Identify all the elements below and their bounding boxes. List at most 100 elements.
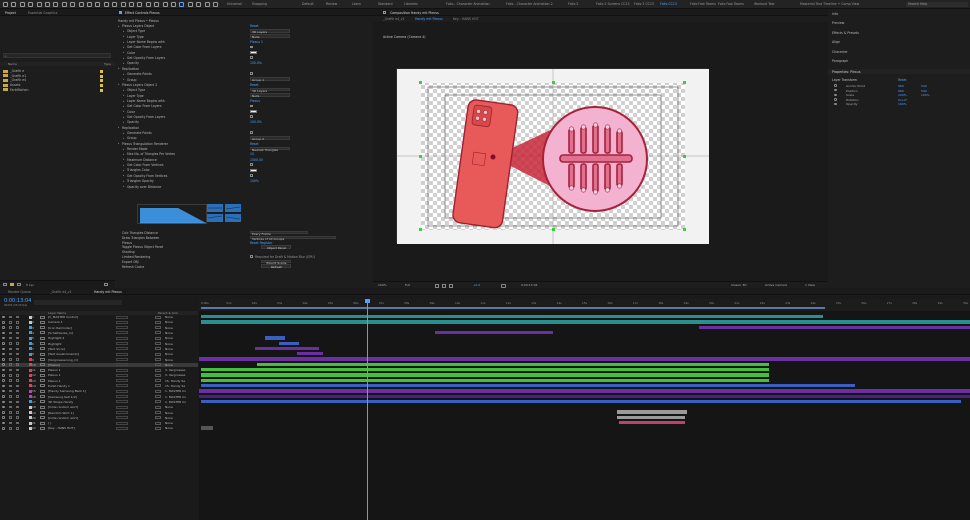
layer-bar[interactable] xyxy=(769,325,970,329)
layer-mode[interactable] xyxy=(155,410,161,414)
lock-toggle[interactable] xyxy=(16,336,19,340)
disclosure-triangle[interactable]: ▸ xyxy=(123,35,124,38)
disclosure-triangle[interactable]: ▸ xyxy=(123,30,124,33)
eye-icon[interactable] xyxy=(2,331,5,335)
layer-name[interactable]: Camera 1 xyxy=(48,320,63,324)
layer-switches[interactable] xyxy=(116,336,128,340)
disclosure-triangle[interactable]: ▸ xyxy=(123,73,124,76)
color-swatch[interactable] xyxy=(250,168,257,172)
solo-toggle[interactable] xyxy=(9,400,12,404)
lock-toggle[interactable] xyxy=(16,389,19,393)
project-item[interactable]: _Grafik e xyxy=(3,69,24,73)
lock-toggle[interactable] xyxy=(16,405,19,409)
layer-name[interactable]: Plexus 1 xyxy=(48,373,61,377)
layer-row[interactable]: 19 [Random Wort 1] None xyxy=(0,410,198,415)
layer-switches[interactable] xyxy=(116,352,128,356)
effect-property-value[interactable]: Reset Register xyxy=(250,241,272,245)
effect-property-select[interactable]: Nulls xyxy=(250,93,290,98)
layer-mode[interactable] xyxy=(155,315,161,319)
lock-toggle[interactable] xyxy=(16,358,19,361)
workspace-tab[interactable]: Workout Text xyxy=(754,2,775,6)
layer-mode[interactable] xyxy=(155,336,161,340)
lock-toggle[interactable] xyxy=(16,384,19,388)
lock-icon[interactable] xyxy=(119,11,122,14)
transform-value[interactable]: 100% xyxy=(898,93,907,97)
layer-bar[interactable] xyxy=(823,320,970,324)
layer-switches[interactable] xyxy=(116,384,128,388)
effect-property-checkbox[interactable] xyxy=(250,131,253,134)
lock-toggle[interactable] xyxy=(16,331,19,335)
tab-render-queue[interactable]: Render Queue xyxy=(8,290,31,294)
layer-name[interactable]: [C_MASTER Control] xyxy=(48,315,78,319)
tool-icon[interactable] xyxy=(3,2,8,7)
layer-row[interactable]: 2 Camera 1 None xyxy=(0,320,198,324)
solo-toggle[interactable] xyxy=(9,342,12,345)
lock-toggle[interactable] xyxy=(16,427,19,430)
eye-icon[interactable] xyxy=(2,336,5,340)
layer-mode[interactable] xyxy=(155,342,161,345)
solo-toggle[interactable] xyxy=(9,368,12,372)
label-color-swatch[interactable] xyxy=(100,79,103,83)
playhead[interactable] xyxy=(367,299,368,520)
parent-select[interactable]: None xyxy=(165,358,173,362)
parent-select[interactable]: 15. Handy Sa xyxy=(165,384,185,388)
snapshot-icon[interactable] xyxy=(501,283,506,288)
transparency-grid-icon[interactable] xyxy=(442,283,446,288)
tab-grafik-comp[interactable]: _Grafik e4_v1 xyxy=(50,290,72,294)
tool-icon[interactable] xyxy=(171,2,176,7)
disclosure-triangle[interactable]: ▸ xyxy=(123,121,124,124)
workspace-tab[interactable]: Review xyxy=(326,2,337,6)
parent-select[interactable]: 15. Handy Sa xyxy=(165,379,185,383)
effect-button[interactable]: Refresh xyxy=(261,264,291,269)
subtab-handy[interactable]: Handy mit Plexus xyxy=(415,17,443,21)
effect-property-value[interactable]: Reset xyxy=(250,83,259,87)
layer-switches[interactable] xyxy=(116,421,128,425)
column-name[interactable]: Name xyxy=(8,62,17,66)
right-panel-item[interactable]: Info xyxy=(832,12,838,16)
tool-icon[interactable] xyxy=(61,2,67,7)
label-color-swatch[interactable] xyxy=(100,84,103,88)
disclosure-triangle[interactable]: ▸ xyxy=(123,41,124,44)
parent-select[interactable]: None xyxy=(165,331,173,335)
zoom-select[interactable]: 100% xyxy=(378,283,387,287)
solo-toggle[interactable] xyxy=(9,416,12,419)
lock-toggle[interactable] xyxy=(16,421,19,425)
layer-row[interactable]: 8 [Text Ausstromendo] None xyxy=(0,352,198,356)
disclosure-triangle[interactable]: ▸ xyxy=(123,94,124,97)
effect-property-select[interactable]: Every Frame xyxy=(250,230,308,236)
tool-icon[interactable] xyxy=(120,2,126,7)
tool-icon[interactable] xyxy=(112,2,118,7)
lock-toggle[interactable] xyxy=(16,400,19,404)
disclosure-triangle[interactable]: ▸ xyxy=(123,164,124,167)
solo-toggle[interactable] xyxy=(9,389,12,393)
effect-property-checkbox[interactable] xyxy=(250,56,253,59)
layer-switches[interactable] xyxy=(116,426,128,430)
eye-icon[interactable] xyxy=(2,326,5,329)
layer-name[interactable]: Plexus 1 xyxy=(48,379,61,383)
right-panel-item[interactable]: Align xyxy=(832,40,840,44)
tab-project[interactable]: Project xyxy=(5,11,16,15)
layer-row[interactable]: 9 [Vergroesserung_m] None xyxy=(0,357,198,362)
disclosure-triangle[interactable]: ▸ xyxy=(123,100,124,103)
effect-property-value[interactable]: 100.0% xyxy=(250,61,262,65)
transform-value[interactable]: 0x+0° xyxy=(898,98,908,102)
layer-mode[interactable] xyxy=(155,326,161,330)
eye-icon[interactable] xyxy=(2,368,5,372)
tool-icon[interactable] xyxy=(70,2,76,7)
transform-value[interactable]: 960 xyxy=(898,89,904,93)
layer-row[interactable]: 10 [Plexus] None xyxy=(0,362,198,367)
layer-bar[interactable] xyxy=(199,389,970,393)
lock-toggle[interactable] xyxy=(16,347,19,351)
solo-toggle[interactable] xyxy=(9,326,12,329)
disclosure-triangle[interactable]: ▸ xyxy=(118,142,119,145)
layer-row[interactable]: 14 Punkt Handy 1 15. Handy Sa xyxy=(0,384,198,388)
layer-mode[interactable] xyxy=(155,389,161,393)
layer-bar[interactable] xyxy=(201,399,961,404)
tool-icon[interactable] xyxy=(53,2,59,7)
layer-bar[interactable] xyxy=(199,394,970,398)
disclosure-triangle[interactable]: ▸ xyxy=(118,126,119,129)
layer-row[interactable]: 16 [Samsung Seit 1/2] 1. MASTER Co xyxy=(0,395,198,399)
exposure-value[interactable]: +0.0 xyxy=(473,283,480,287)
eye-icon[interactable] xyxy=(2,352,5,356)
layer-bar[interactable] xyxy=(435,330,553,335)
